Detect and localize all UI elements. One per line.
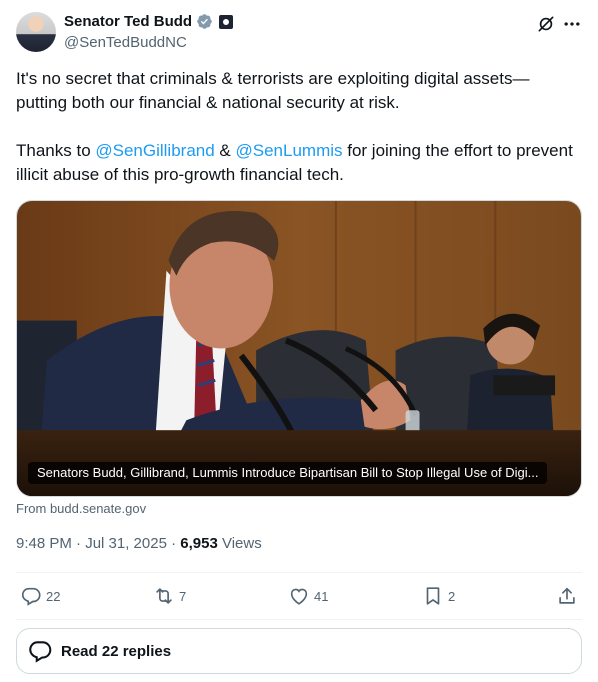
bookmark-button[interactable]: 2 xyxy=(422,583,455,609)
views-label: Views xyxy=(217,535,262,552)
link-card-caption[interactable]: Senators Budd, Gillibrand, Lummis Introd… xyxy=(28,462,548,484)
link-card-image[interactable] xyxy=(16,200,582,497)
share-icon xyxy=(559,587,575,604)
tweet-header: Senator Ted Budd @SenTedBuddNC xyxy=(16,12,582,56)
tweet-text-thanks-prefix: Thanks to xyxy=(16,141,96,160)
avatar[interactable] xyxy=(16,12,56,52)
bookmark-count: 2 xyxy=(448,588,456,604)
author-display-name[interactable]: Senator Ted Budd xyxy=(64,13,192,30)
read-replies-label: Read 22 replies xyxy=(61,642,172,660)
verified-badge-icon[interactable] xyxy=(196,13,213,30)
tweet-text-line1: It's no secret that criminals & terroris… xyxy=(16,69,530,112)
like-count: 41 xyxy=(314,588,329,604)
author-name-row: Senator Ted Budd xyxy=(64,13,234,30)
tweet-text-and: & xyxy=(214,141,236,160)
reply-icon xyxy=(21,587,41,606)
senator-hearing-photo xyxy=(17,201,581,496)
like-heart-icon xyxy=(290,588,308,605)
reply-bubble-icon xyxy=(29,641,52,663)
repost-count: 7 xyxy=(179,588,187,604)
grok-icon[interactable] xyxy=(536,14,556,34)
tweet-timestamp[interactable]: 9:48 PM · Jul 31, 2025 · xyxy=(16,535,180,552)
views-count: 6,953 xyxy=(180,535,218,552)
divider xyxy=(16,619,582,620)
reply-button[interactable]: 22 xyxy=(20,583,60,609)
author-handle[interactable]: @SenTedBuddNC xyxy=(64,34,187,51)
mention-link-gillibrand[interactable]: @SenGillibrand xyxy=(95,141,214,160)
tweet-meta: 9:48 PM · Jul 31, 2025 · 6,953 Views xyxy=(16,535,262,552)
government-affiliation-icon[interactable] xyxy=(219,14,234,29)
reply-count: 22 xyxy=(46,588,61,604)
repost-button[interactable]: 7 xyxy=(153,583,186,609)
repost-icon xyxy=(156,588,172,604)
tweet-body: It's no secret that criminals & terroris… xyxy=(16,67,576,187)
bookmark-icon xyxy=(426,587,440,605)
read-replies-button[interactable]: Read 22 replies xyxy=(16,628,582,674)
divider xyxy=(16,572,582,573)
link-card-source[interactable]: From budd.senate.gov xyxy=(16,501,146,516)
tweet-text-thanks: Thanks to @SenGillibrand & @SenLummis fo… xyxy=(16,139,576,187)
share-button[interactable] xyxy=(556,583,578,609)
more-options-icon[interactable] xyxy=(562,14,582,34)
like-button[interactable]: 41 xyxy=(288,583,328,609)
mention-link-lummis[interactable]: @SenLummis xyxy=(236,141,343,160)
tweet-actions: 22 7 41 2 xyxy=(16,583,582,609)
